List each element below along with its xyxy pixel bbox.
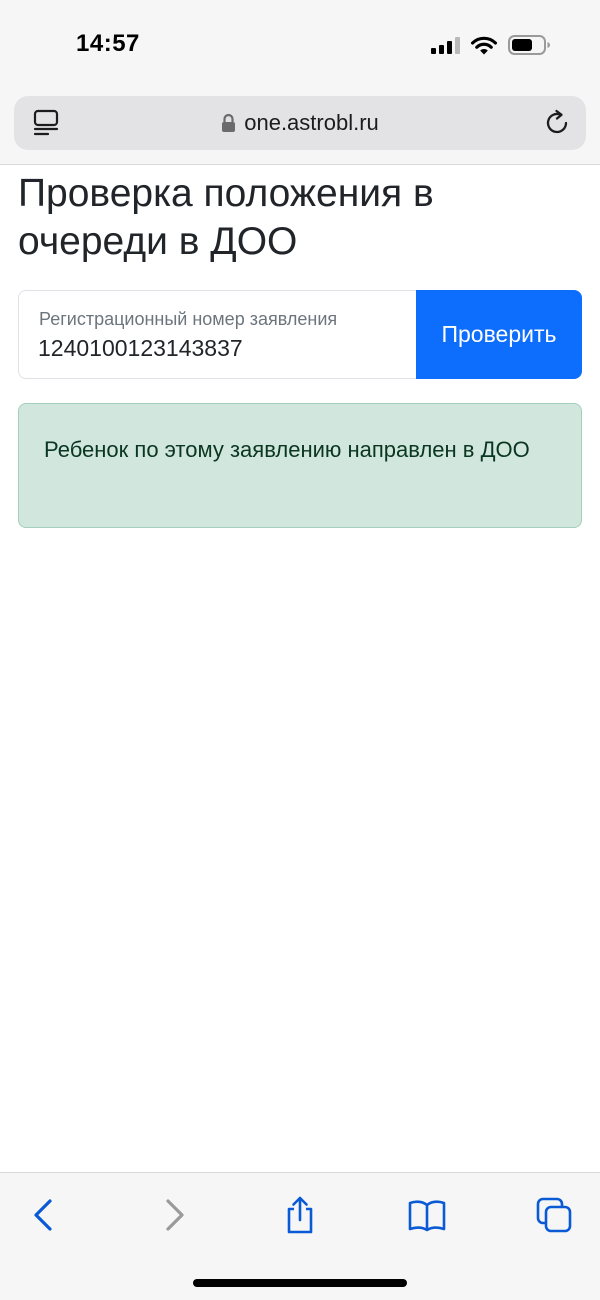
cellular-signal-icon xyxy=(431,36,460,54)
browser-top-bar: one.astrobl.ru xyxy=(0,88,600,165)
battery-icon xyxy=(508,35,550,55)
tabs-icon[interactable] xyxy=(534,1195,574,1235)
registration-number-input[interactable] xyxy=(38,335,398,362)
browser-bottom-toolbar xyxy=(0,1172,600,1300)
status-icons xyxy=(431,32,552,58)
url-text: one.astrobl.ru xyxy=(244,110,379,135)
queue-check-form: Регистрационный номер заявления Проверит… xyxy=(18,290,582,379)
back-icon[interactable] xyxy=(24,1195,64,1235)
wifi-icon xyxy=(471,36,497,55)
forward-icon[interactable] xyxy=(154,1195,194,1235)
status-bar: 14:57 xyxy=(0,0,600,88)
url-display[interactable]: one.astrobl.ru xyxy=(221,110,379,136)
status-time: 14:57 xyxy=(76,30,140,57)
reload-icon[interactable] xyxy=(542,108,572,138)
page-title: Проверка положения в очереди в ДОО xyxy=(18,172,434,263)
bookmarks-icon[interactable] xyxy=(407,1195,447,1235)
address-bar[interactable]: one.astrobl.ru xyxy=(14,96,586,150)
home-indicator xyxy=(193,1279,407,1287)
result-alert: Ребенок по этому заявлению направлен в Д… xyxy=(18,403,582,528)
reader-icon[interactable] xyxy=(32,109,60,137)
registration-number-field[interactable]: Регистрационный номер заявления xyxy=(18,290,416,379)
share-icon[interactable] xyxy=(280,1195,320,1235)
check-button[interactable]: Проверить xyxy=(416,290,582,379)
lock-icon xyxy=(222,113,236,132)
registration-number-label: Регистрационный номер заявления xyxy=(39,309,338,329)
